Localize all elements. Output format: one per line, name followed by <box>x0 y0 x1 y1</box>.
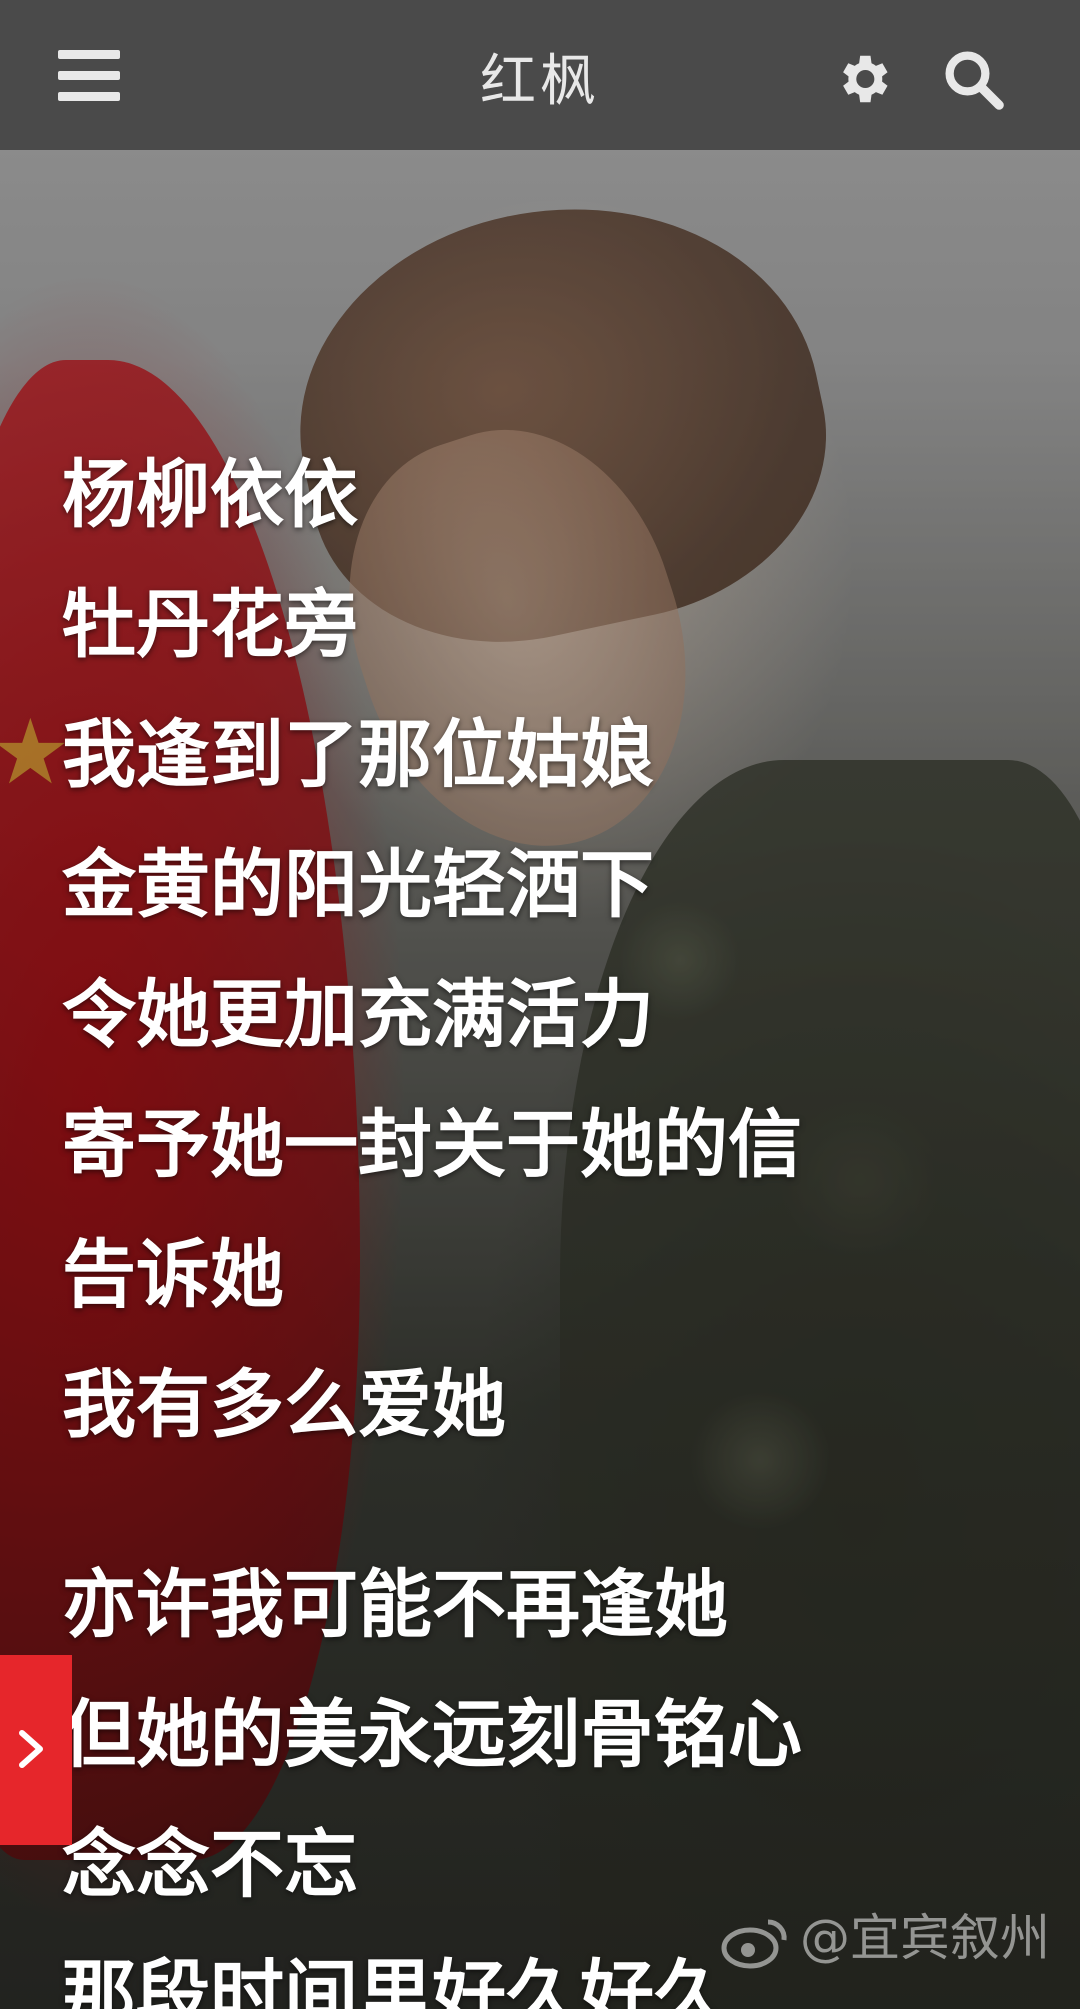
weibo-icon <box>721 1918 787 1968</box>
side-drawer-tab[interactable] <box>0 1655 72 1845</box>
chevron-right-icon <box>19 1730 43 1768</box>
lyric-line: 杨柳依依 <box>62 452 358 538</box>
lyric-line: 牡丹花旁 <box>62 582 358 668</box>
lyric-line: 寄予她一封关于她的信 <box>62 1102 802 1188</box>
weibo-watermark: @宜宾叙州 <box>720 1898 1050 1970</box>
lyric-line: 金黄的阳光轻洒下 <box>62 842 654 928</box>
lyric-line: 但她的美永远刻骨铭心 <box>62 1692 802 1778</box>
stanza-gap <box>62 1470 1022 1540</box>
lyric-line: 我逢到了那位姑娘 <box>62 712 654 798</box>
gear-icon[interactable] <box>832 48 894 110</box>
page-title: 红枫 <box>480 49 600 112</box>
lyrics-text: 杨柳依依 牡丹花旁 我逢到了那位姑娘 金黄的阳光轻洒下 令她更加充满活力 寄予她… <box>62 430 1022 2009</box>
watermark-text: @宜宾叙州 <box>800 1909 1050 1967</box>
lyric-line: 亦许我可能不再逢她 <box>62 1562 728 1648</box>
lyric-line: 告诉她 <box>62 1232 284 1318</box>
search-icon[interactable] <box>940 46 1006 112</box>
reader-screen: ★ 红枫 杨柳依依 牡丹花旁 我逢到了那位姑娘 金黄的阳光轻洒下 令她更加充满活… <box>0 0 1080 2009</box>
top-bar: 红枫 <box>0 0 1080 150</box>
lyric-line: 令她更加充满活力 <box>62 972 654 1058</box>
lyric-line: 我有多么爱她 <box>62 1362 506 1448</box>
